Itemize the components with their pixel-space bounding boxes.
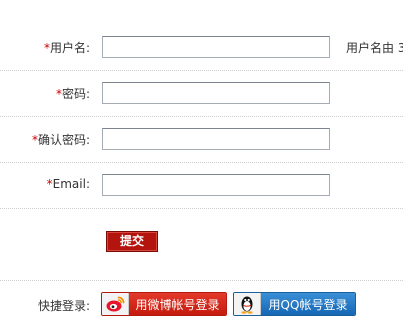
qq-login-label: 用QQ帐号登录 xyxy=(261,293,355,315)
confirm-password-label-text: 确认密码: xyxy=(37,133,90,147)
password-input[interactable] xyxy=(102,82,330,104)
username-row: *用户名: 用户名由 3 xyxy=(0,24,403,71)
qq-penguin-icon xyxy=(234,293,261,315)
password-row: *密码: xyxy=(0,70,403,117)
username-label-text: 用户名: xyxy=(49,41,90,55)
email-label: *Email: xyxy=(47,177,90,191)
username-hint: 用户名由 3 xyxy=(346,41,403,55)
email-row: *Email: xyxy=(0,162,403,209)
confirm-password-row: *确认密码: xyxy=(0,116,403,163)
submit-button[interactable]: 提交 xyxy=(106,231,158,252)
email-input[interactable] xyxy=(102,174,330,196)
password-label-text: 密码: xyxy=(61,87,90,101)
qq-login-button[interactable]: 用QQ帐号登录 xyxy=(233,292,356,316)
weibo-login-label: 用微博帐号登录 xyxy=(129,293,226,315)
weibo-login-button[interactable]: 用微博帐号登录 xyxy=(101,292,227,316)
confirm-password-input[interactable] xyxy=(102,128,330,150)
password-label: *密码: xyxy=(56,85,90,102)
confirm-password-label: *确认密码: xyxy=(32,131,90,148)
email-label-text: Email: xyxy=(52,177,90,191)
quick-login-label: 快捷登录: xyxy=(37,299,90,313)
weibo-icon xyxy=(102,293,129,315)
username-label: *用户名: xyxy=(44,39,90,56)
username-input[interactable] xyxy=(102,36,330,58)
divider xyxy=(0,280,403,281)
